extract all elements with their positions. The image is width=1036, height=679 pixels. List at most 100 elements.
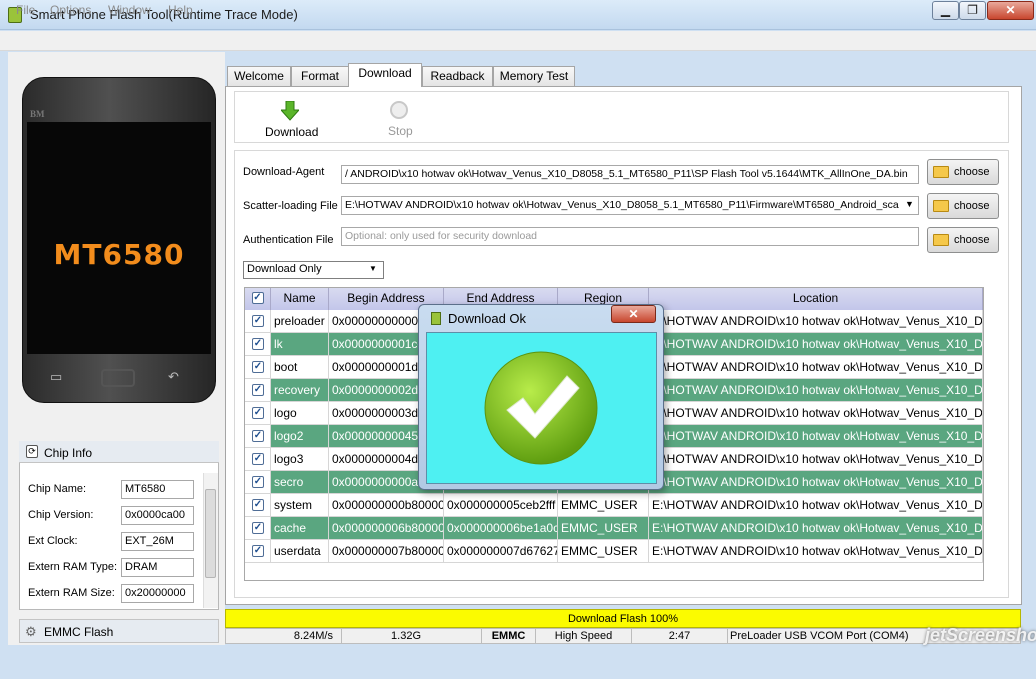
row-begin-address: 0x000000007b800000 [329, 540, 444, 563]
row-location: E:\HOTWAV ANDROID\x10 hotwav ok\Hotwav_V… [649, 333, 983, 356]
row-checkbox-cell[interactable]: ✓ [245, 425, 271, 448]
row-checkbox[interactable]: ✓ [252, 407, 264, 419]
row-location: E:\HOTWAV ANDROID\x10 hotwav ok\Hotwav_V… [649, 310, 983, 333]
menu-window[interactable]: Window [108, 3, 151, 17]
row-region: EMMC_USER [558, 494, 649, 517]
tab-memory-test[interactable]: Memory Test [493, 66, 575, 86]
download-agent-input[interactable]: / ANDROID\x10 hotwav ok\Hotwav_Venus_X10… [341, 165, 919, 184]
row-checkbox[interactable]: ✓ [252, 499, 264, 511]
home-key-icon [101, 369, 135, 387]
row-name: logo3 [271, 448, 329, 471]
status-time: 2:47 [632, 629, 728, 643]
chip-version-field: 0x0000ca00 [121, 506, 194, 525]
chevron-down-icon[interactable]: ▼ [369, 264, 377, 273]
row-checkbox-cell[interactable]: ✓ [245, 540, 271, 563]
row-checkbox-cell[interactable]: ✓ [245, 494, 271, 517]
back-key-icon: ↶ [168, 369, 179, 384]
dialog-close-button[interactable]: ✕ [611, 305, 656, 323]
chip-info-title: Chip Info [44, 446, 93, 460]
row-checkbox-cell[interactable]: ✓ [245, 517, 271, 540]
status-size: 1.32G [342, 629, 482, 643]
menu-help[interactable]: Help [168, 3, 193, 17]
refresh-icon: ⟳ [26, 445, 38, 458]
close-button[interactable]: ✕ [987, 1, 1034, 20]
row-name: preloader [271, 310, 329, 333]
ext-clock-label: Ext Clock: [28, 535, 78, 547]
chip-version-label: Chip Version: [28, 509, 94, 521]
row-checkbox-cell[interactable]: ✓ [245, 402, 271, 425]
folder-icon [933, 200, 949, 212]
chip-name-label: Chip Name: [28, 483, 87, 495]
maximize-button[interactable]: ❐ [959, 1, 986, 20]
chip-name-field: MT6580 [121, 480, 194, 499]
tab-readback[interactable]: Readback [422, 66, 493, 86]
row-checkbox[interactable]: ✓ [252, 430, 264, 442]
row-checkbox-cell[interactable]: ✓ [245, 310, 271, 333]
scatter-file-select[interactable]: E:\HOTWAV ANDROID\x10 hotwav ok\Hotwav_V… [341, 196, 919, 215]
choose-download-agent-button[interactable]: choose [927, 159, 999, 185]
row-location: E:\HOTWAV ANDROID\x10 hotwav ok\Hotwav_V… [649, 517, 983, 540]
download-agent-label: Download-Agent [243, 166, 325, 178]
row-name: boot [271, 356, 329, 379]
auth-file-input[interactable]: Optional: only used for security downloa… [341, 227, 919, 246]
row-checkbox[interactable]: ✓ [252, 522, 264, 534]
stop-icon [390, 101, 408, 119]
row-location: E:\HOTWAV ANDROID\x10 hotwav ok\Hotwav_V… [649, 425, 983, 448]
ram-type-label: Extern RAM Type: [28, 561, 118, 573]
choose-label: choose [954, 234, 990, 246]
tab-format[interactable]: Format [291, 66, 349, 86]
row-begin-address: 0x000000000b800000 [329, 494, 444, 517]
row-name: system [271, 494, 329, 517]
status-speed: 8.24M/s [226, 629, 342, 643]
ram-size-label: Extern RAM Size: [28, 587, 115, 599]
row-location: E:\HOTWAV ANDROID\x10 hotwav ok\Hotwav_V… [649, 379, 983, 402]
ext-clock-field: EXT_26M [121, 532, 194, 551]
chevron-down-icon[interactable]: ▼ [905, 199, 914, 209]
ram-size-field: 0x20000000 [121, 584, 194, 603]
row-checkbox-cell[interactable]: ✓ [245, 379, 271, 402]
row-name: cache [271, 517, 329, 540]
row-checkbox[interactable]: ✓ [252, 476, 264, 488]
gear-icon: ⚙ [25, 624, 37, 639]
row-location: E:\HOTWAV ANDROID\x10 hotwav ok\Hotwav_V… [649, 471, 983, 494]
row-name: secro [271, 471, 329, 494]
chip-info-scroll-thumb[interactable] [205, 489, 216, 578]
row-checkbox[interactable]: ✓ [252, 453, 264, 465]
row-checkbox-cell[interactable]: ✓ [245, 333, 271, 356]
row-name: logo2 [271, 425, 329, 448]
row-name: recovery [271, 379, 329, 402]
watermark: jetScreenshot [925, 625, 1036, 645]
download-arrow-icon[interactable] [281, 101, 299, 121]
row-checkbox[interactable]: ✓ [252, 384, 264, 396]
row-checkbox-cell[interactable]: ✓ [245, 448, 271, 471]
row-checkbox[interactable]: ✓ [252, 545, 264, 557]
row-checkbox[interactable]: ✓ [252, 361, 264, 373]
menu-options[interactable]: Options [50, 3, 91, 17]
col-location[interactable]: Location [649, 288, 983, 310]
minimize-button[interactable]: ▁ [932, 1, 959, 20]
download-button[interactable]: Download [265, 125, 318, 139]
col-name[interactable]: Name [271, 288, 329, 310]
row-checkbox[interactable]: ✓ [252, 338, 264, 350]
row-end-address: 0x000000006be1a0cf [444, 517, 558, 540]
row-checkbox-cell[interactable]: ✓ [245, 356, 271, 379]
row-name: logo [271, 402, 329, 425]
toolbar [234, 91, 1009, 143]
folder-icon [933, 234, 949, 246]
select-all-header[interactable]: ✓ [245, 288, 271, 310]
tab-download[interactable]: Download [348, 63, 422, 87]
row-location: E:\HOTWAV ANDROID\x10 hotwav ok\Hotwav_V… [649, 448, 983, 471]
choose-scatter-button[interactable]: choose [927, 193, 999, 219]
emmc-flash-label: EMMC Flash [44, 625, 114, 639]
scatter-file-label: Scatter-loading File [243, 200, 338, 212]
row-region: EMMC_USER [558, 540, 649, 563]
row-checkbox-cell[interactable]: ✓ [245, 471, 271, 494]
row-checkbox[interactable]: ✓ [252, 315, 264, 327]
select-all-checkbox[interactable]: ✓ [251, 292, 264, 304]
stop-button[interactable]: Stop [388, 124, 413, 138]
success-checkmark-icon [484, 351, 598, 465]
tab-welcome[interactable]: Welcome [227, 66, 291, 86]
menu-file[interactable]: File [16, 3, 35, 17]
download-mode-select[interactable]: Download Only [243, 261, 384, 279]
choose-auth-button[interactable]: choose [927, 227, 999, 253]
